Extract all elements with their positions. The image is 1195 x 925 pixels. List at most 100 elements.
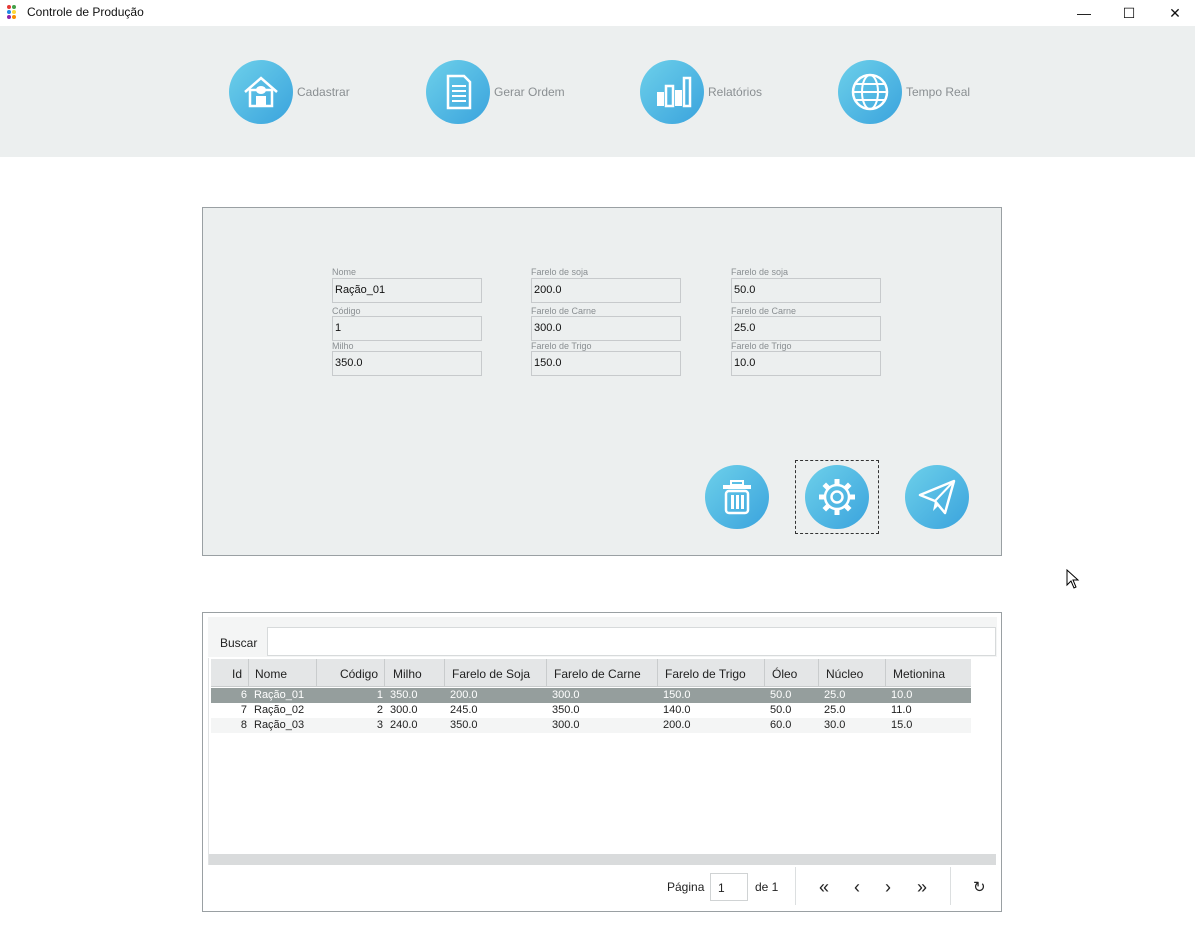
header-nucleo[interactable]: Núcleo [819,659,886,687]
nav-gerar-ordem[interactable]: Gerar Ordem [426,60,565,124]
settings-button[interactable] [805,465,869,529]
cell-oleo: 50.0 [770,689,792,701]
cell-farelo-carne: 300.0 [552,689,580,701]
cell-milho: 240.0 [390,719,418,731]
search-bar: Buscar [208,617,997,657]
globe-icon [838,60,902,124]
cell-farelo-soja: 245.0 [450,704,478,716]
nome-label: Nome [332,267,357,277]
cell-farelo-carne: 350.0 [552,704,580,716]
data-table: Id Nome Código Milho Farelo de Soja Fare… [208,658,997,867]
horizontal-scrollbar[interactable] [209,854,996,865]
maximize-button[interactable]: ☐ [1106,0,1152,26]
header-oleo[interactable]: Óleo [765,659,819,687]
cell-nome: Ração_01 [254,689,305,701]
first-page-button[interactable]: « [819,877,829,898]
minimize-button[interactable]: — [1061,0,1107,26]
cell-codigo: 3 [376,719,383,731]
trigo2-label: Farelo de Trigo [731,341,792,351]
header-farelo-soja[interactable]: Farelo de Soja [445,659,547,687]
cell-nucleo: 25.0 [824,689,846,701]
header-id[interactable]: Id [211,659,249,687]
window-title: Controle de Produção [27,5,144,19]
search-label: Buscar [220,636,258,650]
close-icon: ✕ [1169,4,1181,21]
nav-relatorios[interactable]: Relatórios [640,60,762,124]
table-row[interactable]: 7 Ração_02 2 300.0 245.0 350.0 140.0 50.0 25.0 11… [211,703,971,718]
page-number-input[interactable]: 1 [710,873,748,901]
codigo-input[interactable]: 1 [332,316,482,341]
cell-farelo-soja: 350.0 [450,719,478,731]
header-farelo-carne[interactable]: Farelo de Carne [547,659,658,687]
carne1-input[interactable]: 300.0 [531,316,681,341]
delete-button[interactable] [705,465,769,529]
header-metionina[interactable]: Metionina [886,659,971,687]
cell-codigo: 2 [376,704,383,716]
cell-milho: 350.0 [390,689,418,701]
page-label: Página [667,880,705,894]
page-total-label: de 1 [755,880,779,894]
house-icon [229,60,293,124]
trigo2-input[interactable]: 10.0 [731,351,881,376]
cell-farelo-soja: 200.0 [450,689,478,701]
cell-nucleo: 25.0 [824,704,846,716]
gear-icon [819,479,855,515]
nav-label: Relatórios [708,85,763,99]
nav-tempo-real[interactable]: Tempo Real [838,60,970,124]
header-milho[interactable]: Milho [385,659,445,687]
cell-codigo: 1 [376,689,383,701]
cell-id: 6 [240,689,247,701]
nav-cadastrar[interactable]: Cadastrar [229,60,350,124]
cell-farelo-trigo: 140.0 [663,704,691,716]
nav-label: Gerar Ordem [494,85,565,99]
refresh-button[interactable]: ↻ [973,878,986,896]
form-panel: Nome Ração_01 Código 1 Milho 350.0 Farel… [202,207,1002,556]
header-codigo[interactable]: Código [317,659,385,687]
pagination-bar: Página 1 de 1 « ‹ › » ↻ [208,865,997,907]
carne2-input[interactable]: 25.0 [731,316,881,341]
cell-id: 8 [240,719,247,731]
title-bar: Controle de Produção — ☐ ✕ [0,0,1195,26]
cell-milho: 300.0 [390,704,418,716]
close-button[interactable]: ✕ [1152,0,1195,26]
maximize-icon: ☐ [1122,4,1136,21]
soja1-input[interactable]: 200.0 [531,278,681,303]
nav-label: Cadastrar [297,85,350,99]
carne2-label: Farelo de Carne [731,306,797,316]
table-row[interactable]: 6 Ração_01 1 350.0 200.0 300.0 150.0 50.0 25.0 10… [211,688,971,703]
header-farelo-trigo[interactable]: Farelo de Trigo [658,659,765,687]
cell-nome: Ração_02 [254,704,305,716]
soja1-label: Farelo de soja [531,267,589,277]
cell-farelo-trigo: 150.0 [663,689,691,701]
nav-bar: Cadastrar Gerar Ordem Relatórios Tempo R… [0,26,1195,157]
next-page-button[interactable]: › [885,877,891,898]
soja2-label: Farelo de soja [731,267,789,277]
prev-page-button[interactable]: ‹ [854,877,860,898]
cell-nome: Ração_03 [254,719,305,731]
search-input[interactable] [267,627,996,656]
cell-id: 7 [240,704,247,716]
header-nome[interactable]: Nome [249,659,317,687]
soja2-input[interactable]: 50.0 [731,278,881,303]
trash-icon [723,480,751,515]
cell-metionina: 11.0 [891,704,912,716]
table-header: Id Nome Código Milho Farelo de Soja Fare… [211,659,971,687]
last-page-button[interactable]: » [917,877,927,898]
table-panel: Buscar Id Nome Código Milho Farelo de So… [202,612,1002,912]
codigo-label: Código [332,306,361,316]
milho-input[interactable]: 350.0 [332,351,482,376]
mouse-cursor-icon [1066,569,1080,589]
table-row[interactable]: 8 Ração_03 3 240.0 350.0 300.0 200.0 60.0 30.0 15… [211,718,971,733]
cell-nucleo: 30.0 [824,719,846,731]
trigo1-input[interactable]: 150.0 [531,351,681,376]
nome-input[interactable]: Ração_01 [332,278,482,303]
pager-divider [950,867,951,905]
paper-plane-icon [918,479,956,515]
cell-oleo: 50.0 [770,704,792,716]
cell-metionina: 15.0 [891,719,913,731]
cell-oleo: 60.0 [770,719,792,731]
nav-label: Tempo Real [906,85,971,99]
send-button[interactable] [905,465,969,529]
document-icon [426,60,490,124]
app-icon [7,5,21,19]
